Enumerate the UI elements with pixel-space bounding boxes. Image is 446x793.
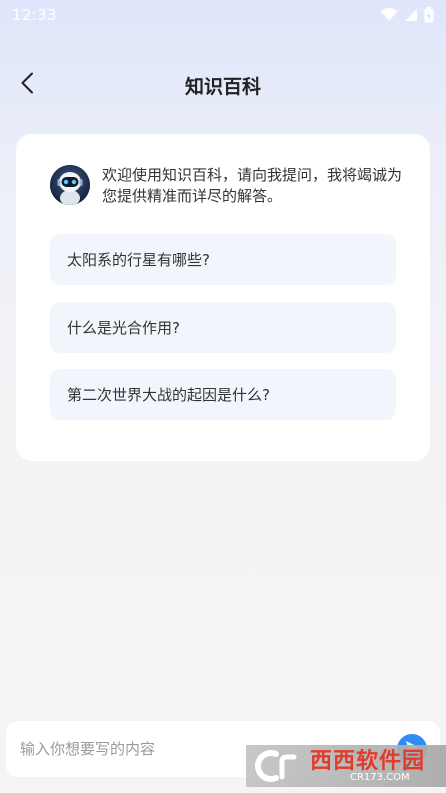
nav-bar: 知识百科 — [0, 62, 446, 108]
status-time: 12:33 — [12, 6, 57, 24]
watermark-title: 西西软件园 — [310, 747, 426, 774]
chat-welcome-card: 欢迎使用知识百科，请向我提问，我将竭诚为您提供精准而详尽的解答。 太阳系的行星有… — [16, 134, 430, 461]
robot-avatar-icon — [50, 165, 90, 205]
suggestion-item[interactable]: 太阳系的行星有哪些? — [50, 234, 396, 285]
suggestion-item[interactable]: 第二次世界大战的起因是什么? — [50, 369, 396, 420]
watermark-url: CR173.COM — [350, 771, 410, 783]
battery-icon — [424, 7, 434, 23]
suggestion-item[interactable]: 什么是光合作用? — [50, 302, 396, 353]
watermark: 西西软件园 CR173.COM — [246, 745, 446, 787]
page-title: 知识百科 — [184, 75, 261, 98]
chevron-left-icon — [20, 72, 34, 98]
status-bar: 12:33 — [0, 0, 446, 30]
watermark-logo-icon — [254, 749, 306, 783]
wifi-icon — [380, 8, 398, 22]
status-icons — [380, 7, 434, 23]
welcome-message: 欢迎使用知识百科，请向我提问，我将竭诚为您提供精准而详尽的解答。 — [102, 166, 403, 205]
signal-icon — [404, 8, 418, 22]
back-button[interactable] — [12, 70, 42, 100]
